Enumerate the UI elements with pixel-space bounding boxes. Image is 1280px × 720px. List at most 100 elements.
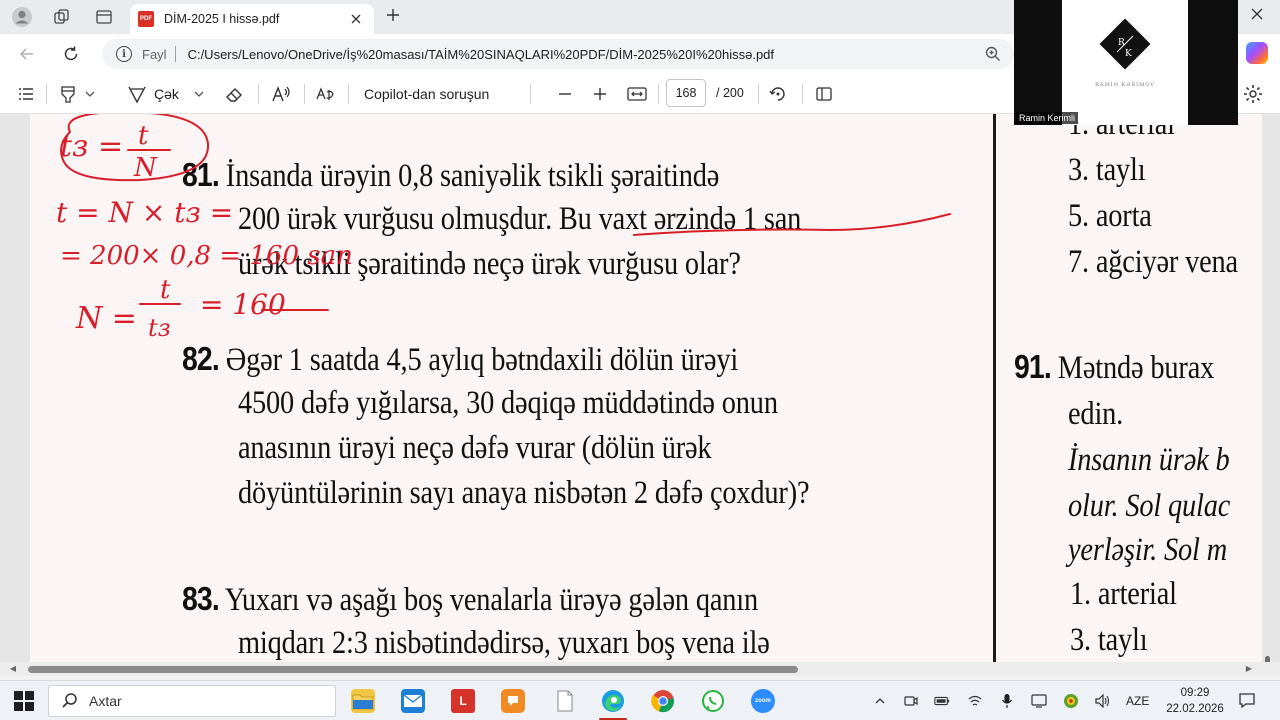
notification-icon[interactable] [1238, 691, 1256, 709]
eraser-icon [226, 88, 242, 102]
page-number-input[interactable]: 168 [666, 79, 706, 107]
battery-level-icon [934, 696, 950, 706]
address-bar[interactable]: i Fayl C:/Users/Lenovo/OneDrive/İş%20mas… [102, 39, 1014, 69]
fit-width-button[interactable] [626, 83, 648, 105]
question-91-line-1: 91. Mətndə burax [1014, 348, 1214, 387]
question-number: 81. [182, 156, 220, 193]
question-number: 91. [1014, 348, 1052, 385]
highlight-button[interactable] [58, 83, 96, 105]
app-l-icon[interactable]: L [451, 689, 475, 713]
site-info-icon[interactable]: i [116, 46, 132, 62]
whatsapp-icon[interactable] [701, 689, 725, 713]
pdf-page: 81. İnsanda ürəyin 0,8 saniyəlik tsikli … [30, 114, 1262, 662]
question-text: Mətndə burax [1057, 350, 1215, 386]
back-arrow-icon [19, 48, 33, 60]
close-icon [351, 14, 361, 24]
question-82-line-2: 4500 dəfə yığılarsa, 30 dəqiqə müddətind… [238, 385, 778, 421]
edge-browser-icon[interactable] [601, 689, 625, 713]
mic-icon [1002, 694, 1012, 708]
tray-app-icon[interactable] [903, 693, 919, 709]
draw-button[interactable]: Çək [126, 83, 205, 105]
wifi-icon[interactable] [967, 693, 983, 709]
horizontal-scrollbar[interactable]: ◀ ▶ [0, 662, 1280, 676]
draw-icon [128, 86, 146, 104]
clock-time: 09:29 [1180, 687, 1210, 699]
back-button[interactable] [16, 43, 38, 65]
ink-formula-4-num: t [160, 275, 171, 305]
chevron-down-icon[interactable] [193, 88, 205, 100]
question-91-option: 1. arterial [1070, 576, 1177, 612]
mail-app-icon[interactable] [401, 689, 425, 713]
copilot-ask-button[interactable]: Copilot-dan soruşun [364, 83, 489, 105]
toolbar-divider [304, 84, 305, 104]
rotate-button[interactable] [768, 83, 788, 105]
right-option-line: 7. ağciyər vena [1068, 244, 1238, 280]
contents-button[interactable] [16, 83, 36, 105]
profile-avatar[interactable] [10, 6, 34, 28]
horizontal-scrollbar-thumb[interactable] [28, 666, 798, 673]
toolbar-divider [758, 84, 759, 104]
read-aloud-button[interactable] [270, 83, 292, 105]
windows-start-icon[interactable] [14, 691, 34, 711]
question-number: 83. [182, 580, 220, 617]
tray-app-icon[interactable] [1063, 693, 1079, 709]
search-icon [62, 693, 77, 708]
ink-formula-4-left: N = [75, 301, 137, 336]
question-text: Yuxarı və aşağı boş venalarla ürəyə gələ… [224, 582, 759, 618]
window-close-button[interactable] [1244, 6, 1270, 28]
erase-button[interactable] [224, 83, 246, 105]
volume-icon[interactable] [1095, 693, 1111, 709]
mail-icon [403, 694, 423, 707]
zoom-app-icon[interactable]: zoom [751, 689, 775, 713]
taskbar-search-box[interactable]: Axtar [48, 685, 336, 717]
toolbar-divider [802, 84, 803, 104]
tab-close-button[interactable] [346, 9, 366, 29]
zoom-in-button[interactable] [591, 83, 609, 105]
microphone-icon[interactable] [999, 693, 1015, 709]
zoom-out-button[interactable] [556, 83, 574, 105]
tray-overflow-icon[interactable] [872, 693, 888, 709]
page-view-icon [816, 87, 832, 101]
read-aloud-icon [272, 86, 290, 102]
logo-diamond-icon: R K [1099, 18, 1151, 70]
copilot-ask-label: Copilot-dan soruşun [364, 86, 490, 102]
screen-share-icon[interactable] [1031, 693, 1047, 709]
zoom-icon[interactable] [984, 45, 1002, 63]
refresh-button[interactable] [60, 43, 82, 65]
taskbar-clock[interactable]: 09:29 22.02.2026 [1160, 685, 1230, 717]
toolbar-divider [658, 84, 659, 104]
pdf-viewport[interactable]: 81. İnsanda ürəyin 0,8 saniyəlik tsikli … [0, 114, 1280, 662]
input-language[interactable]: AZE [1126, 694, 1149, 708]
clock-date: 22.02.2026 [1166, 703, 1224, 715]
page-total-label: / 200 [716, 86, 744, 100]
document-app-icon[interactable] [553, 689, 577, 713]
scheme-label: Fayl [142, 46, 167, 62]
tab-actions-button[interactable] [92, 6, 116, 28]
scroll-left-icon[interactable]: ◀ [8, 664, 18, 674]
toolbar-divider [348, 84, 349, 104]
plus-icon [387, 9, 399, 21]
battery-icon[interactable] [934, 693, 950, 709]
chrome-browser-icon[interactable] [651, 689, 675, 713]
edge-icon [602, 690, 624, 712]
ink-formula-1-den: N [133, 153, 158, 183]
new-tab-button[interactable] [382, 6, 404, 28]
translate-button[interactable] [314, 83, 336, 105]
workspaces-button[interactable] [50, 6, 74, 28]
question-83-line-1: 83. Yuxarı və aşağı boş venalarla ürəyə … [182, 580, 758, 619]
gear-icon[interactable] [1242, 83, 1264, 105]
tab-pdf-document[interactable]: PDF DİM-2025 I hissə.pdf [130, 4, 374, 34]
chat-app-icon[interactable] [501, 689, 525, 713]
copilot-icon[interactable] [1246, 42, 1268, 64]
tab-actions-icon [96, 10, 112, 24]
chevron-down-icon[interactable] [84, 88, 96, 100]
file-explorer-icon[interactable] [351, 689, 375, 713]
search-placeholder: Axtar [89, 693, 122, 709]
chat-bubble-icon [508, 696, 518, 706]
scroll-right-icon[interactable]: ▶ [1244, 664, 1254, 674]
url-text[interactable]: C:/Users/Lenovo/OneDrive/İş%20masası/TAİ… [188, 47, 984, 62]
question-91-italic-line: olur. Sol qulac [1068, 488, 1231, 524]
question-91-line-2: edin. [1068, 396, 1124, 432]
page-view-button[interactable] [814, 83, 834, 105]
address-separator [174, 46, 176, 62]
